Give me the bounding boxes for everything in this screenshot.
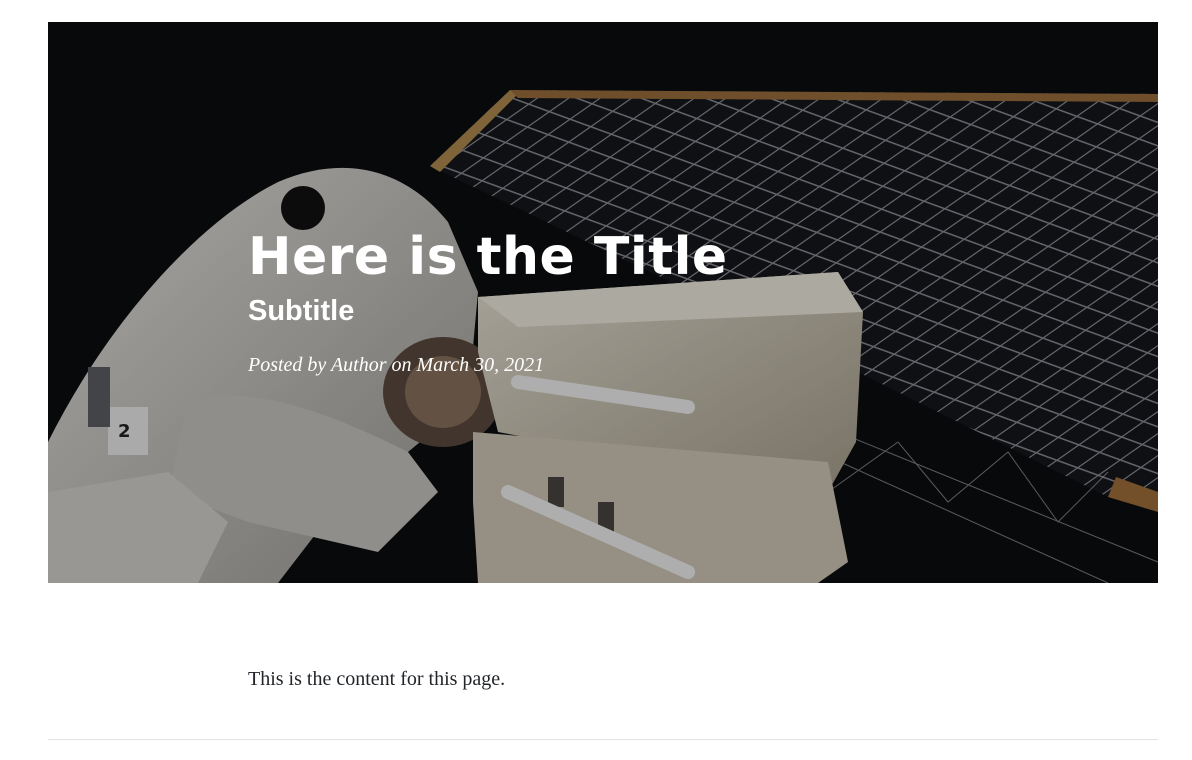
hero-header: 2 Here is the Title Subtitle Posted by A… [48,22,1158,583]
footer-divider [48,739,1158,740]
page-subtitle: Subtitle [248,295,355,327]
hero-heading: Here is the Title Subtitle Posted by Aut… [248,224,948,378]
page-title: Here is the Title [248,227,728,287]
page-content: This is the content for this page. [248,668,506,690]
post-meta: Posted by Author on March 30, 2021 [248,354,545,376]
